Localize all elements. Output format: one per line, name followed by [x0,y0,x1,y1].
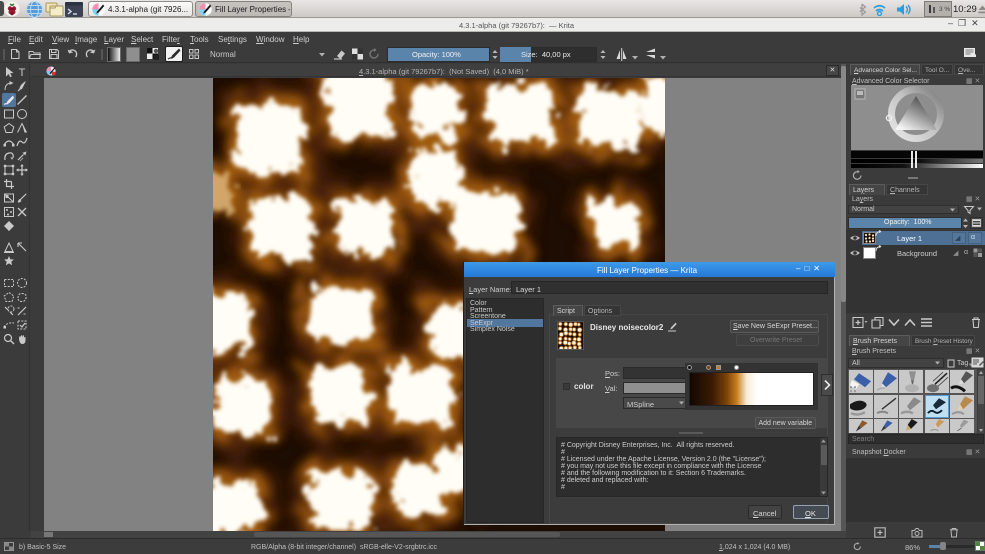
svg-text:T: T [19,67,26,78]
